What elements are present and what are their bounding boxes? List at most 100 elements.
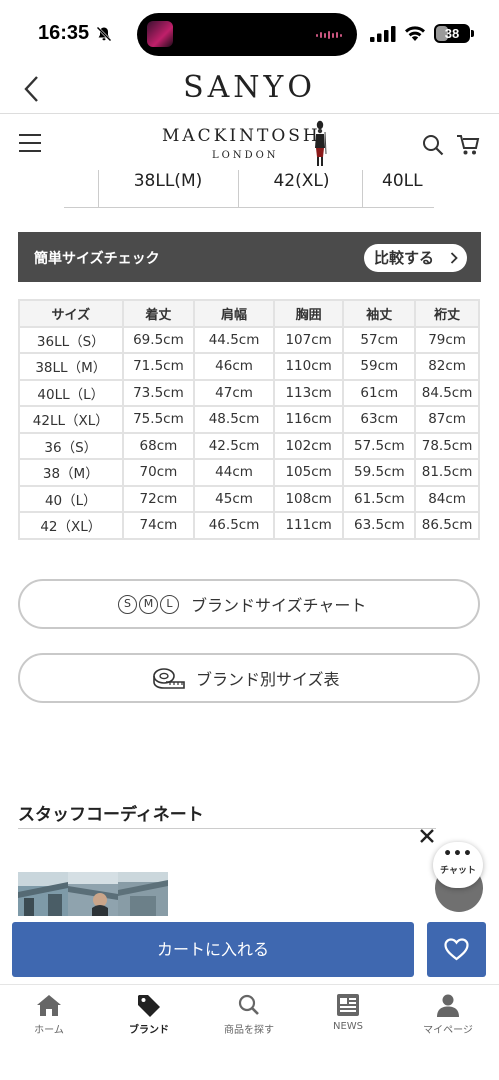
tab-mypage[interactable]: マイページ bbox=[403, 993, 493, 1036]
tab-home[interactable]: ホーム bbox=[4, 993, 94, 1036]
size-label-cell: 36（S） bbox=[18, 431, 124, 460]
chevron-right-icon bbox=[450, 252, 458, 264]
table-row: 42（XL） 74cm 46.5cm 111cm 63.5cm 86.5cm bbox=[18, 511, 480, 540]
size-label-cell: 36LL（S） bbox=[18, 325, 124, 354]
header-sleeve: 袖丈 bbox=[342, 299, 417, 328]
status-bar: 16:35 38 bbox=[0, 0, 499, 64]
now-playing-artwork bbox=[147, 21, 173, 47]
size-tab-38ll-m[interactable]: 38LL(M) bbox=[108, 170, 228, 207]
measurement-cell: 79cm bbox=[414, 325, 480, 354]
size-l-circle: L bbox=[160, 594, 179, 614]
home-icon bbox=[37, 995, 61, 1016]
size-check-title: 簡単サイズチェック bbox=[34, 251, 160, 267]
audio-wave-icon bbox=[316, 31, 342, 39]
more-dots-icon: ••• bbox=[443, 846, 473, 862]
measurement-cell: 108cm bbox=[272, 484, 345, 513]
size-m-circle: M bbox=[139, 594, 158, 614]
tab-mypage-label: マイページ bbox=[423, 1025, 473, 1036]
measurement-cell: 69.5cm bbox=[121, 325, 196, 354]
size-label-cell: 38（M） bbox=[18, 458, 124, 487]
tab-news[interactable]: NEWS bbox=[303, 993, 393, 1032]
measurement-cell: 61.5cm bbox=[342, 484, 417, 513]
measuring-tape-icon bbox=[153, 668, 185, 689]
table-row: 38LL（M） 71.5cm 46cm 110cm 59cm 82cm bbox=[18, 352, 480, 381]
dynamic-island[interactable] bbox=[137, 13, 357, 56]
brand-logo-sub: LONDON bbox=[212, 150, 279, 161]
chat-button[interactable]: ••• チャット bbox=[433, 842, 483, 888]
measurement-cell: 116cm bbox=[272, 405, 345, 434]
measurement-cell: 57cm bbox=[342, 325, 417, 354]
measurement-cell: 87cm bbox=[414, 405, 480, 434]
measurement-cell: 47cm bbox=[193, 378, 275, 407]
staff-photo-thumbnail[interactable] bbox=[118, 872, 168, 916]
size-label-cell: 42LL（XL） bbox=[18, 405, 124, 434]
bottom-tab-bar: ホーム ブランド 商品を探す NEWS マイページ bbox=[0, 984, 499, 1080]
person-icon bbox=[437, 994, 459, 1017]
staff-photo-thumbnail[interactable] bbox=[18, 872, 68, 916]
staff-thumbnails bbox=[18, 872, 168, 916]
measurement-cell: 110cm bbox=[272, 352, 345, 381]
search-icon[interactable] bbox=[422, 134, 444, 156]
add-to-cart-button[interactable]: カートに入れる bbox=[12, 922, 414, 977]
tab-home-label: ホーム bbox=[34, 1025, 64, 1036]
header-shoulder: 肩幅 bbox=[193, 299, 275, 328]
measurement-cell: 84.5cm bbox=[414, 378, 480, 407]
heart-icon bbox=[444, 938, 469, 961]
tab-search[interactable]: 商品を探す bbox=[204, 993, 294, 1036]
measurement-cell: 74cm bbox=[121, 511, 196, 540]
measurement-cell: 63.5cm bbox=[342, 511, 417, 540]
measurement-cell: 73.5cm bbox=[121, 378, 196, 407]
measurement-cell: 107cm bbox=[272, 325, 345, 354]
header-chest: 胸囲 bbox=[272, 299, 345, 328]
size-tab-42-xl[interactable]: 42(XL) bbox=[244, 170, 359, 207]
tab-brand[interactable]: ブランド bbox=[104, 993, 194, 1036]
measurement-cell: 72cm bbox=[121, 484, 196, 513]
favorite-button[interactable] bbox=[427, 922, 486, 977]
brand-size-chart-label: ブランドサイズチャート bbox=[191, 596, 367, 615]
measurement-cell: 84cm bbox=[414, 484, 480, 513]
chat-label: チャット bbox=[440, 866, 476, 876]
size-label-cell: 40（L） bbox=[18, 484, 124, 513]
app-title: SANYO bbox=[183, 70, 316, 105]
staff-photo-thumbnail[interactable] bbox=[68, 872, 118, 916]
bell-muted-icon bbox=[96, 26, 112, 42]
measurement-cell: 68cm bbox=[121, 431, 196, 460]
header-yuki: 裄丈 bbox=[414, 299, 480, 328]
status-time: 16:35 bbox=[38, 22, 90, 44]
sml-size-icon: S M L bbox=[118, 594, 181, 614]
brand-header: MACKINTOSH LONDON bbox=[0, 114, 499, 172]
measurement-cell: 111cm bbox=[272, 511, 345, 540]
table-row: 40LL（L） 73.5cm 47cm 113cm 61cm 84.5cm bbox=[18, 378, 480, 407]
table-row: 40（L） 72cm 45cm 108cm 61.5cm 84cm bbox=[18, 484, 480, 513]
measurement-cell: 70cm bbox=[121, 458, 196, 487]
brand-size-table-button[interactable]: ブランド別サイズ表 bbox=[18, 653, 480, 703]
measurement-cell: 63cm bbox=[342, 405, 417, 434]
measurement-cell: 86.5cm bbox=[414, 511, 480, 540]
measurement-cell: 102cm bbox=[272, 431, 345, 460]
brand-logo[interactable]: MACKINTOSH LONDON bbox=[162, 120, 342, 170]
tab-divider bbox=[362, 170, 363, 207]
tab-search-label: 商品を探す bbox=[224, 1025, 274, 1036]
size-tabs: 38LL(M) 42(XL) 40LL bbox=[64, 170, 434, 208]
wifi-icon bbox=[405, 26, 425, 41]
measurement-cell: 61cm bbox=[342, 378, 417, 407]
measurement-cell: 75.5cm bbox=[121, 405, 196, 434]
measurement-cell: 46cm bbox=[193, 352, 275, 381]
cellular-signal-icon bbox=[370, 26, 396, 42]
brand-size-chart-button[interactable]: S M L ブランドサイズチャート bbox=[18, 579, 480, 629]
compare-button[interactable]: 比較する bbox=[364, 244, 467, 272]
measurement-cell: 46.5cm bbox=[193, 511, 275, 540]
measurement-cell: 105cm bbox=[272, 458, 345, 487]
measurement-cell: 71.5cm bbox=[121, 352, 196, 381]
tab-news-label: NEWS bbox=[332, 1021, 364, 1032]
cart-icon[interactable] bbox=[456, 134, 480, 156]
measurement-cell: 81.5cm bbox=[414, 458, 480, 487]
measurement-cell: 48.5cm bbox=[193, 405, 275, 434]
size-tab-40ll[interactable]: 40LL bbox=[382, 170, 434, 207]
tab-divider bbox=[98, 170, 99, 207]
table-row: 42LL（XL） 75.5cm 48.5cm 116cm 63cm 87cm bbox=[18, 405, 480, 434]
table-row: 38（M） 70cm 44cm 105cm 59.5cm 81.5cm bbox=[18, 458, 480, 487]
hamburger-menu-icon[interactable] bbox=[19, 134, 41, 152]
tab-brand-label: ブランド bbox=[129, 1025, 169, 1036]
measurement-cell: 57.5cm bbox=[342, 431, 417, 460]
